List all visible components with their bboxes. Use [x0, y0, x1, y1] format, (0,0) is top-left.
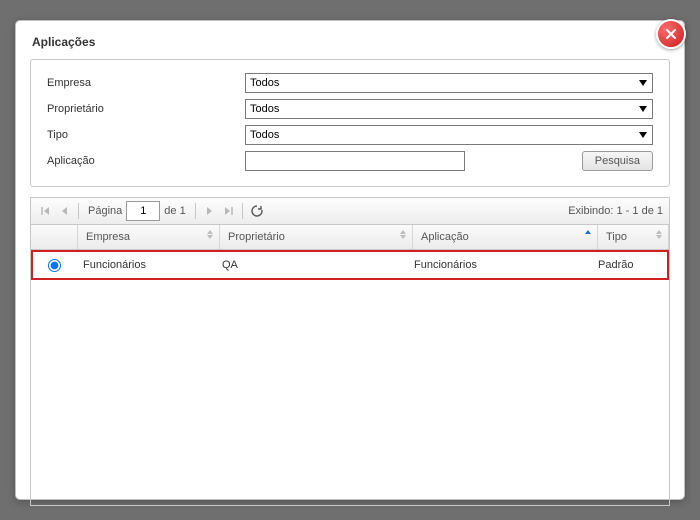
- col-select: [31, 225, 78, 249]
- sort-asc-icon: [585, 230, 591, 234]
- close-icon: [666, 29, 676, 39]
- label-empresa: Empresa: [43, 70, 241, 96]
- grid-header: Empresa Proprietário Aplicação Tipo: [31, 225, 669, 250]
- filters-panel: Empresa Todos Proprietário: [30, 59, 670, 187]
- row-radio[interactable]: [48, 259, 61, 272]
- search-button[interactable]: Pesquisa: [582, 151, 653, 171]
- select-empresa[interactable]: Todos: [245, 73, 653, 93]
- label-aplicacao: Aplicação: [43, 148, 241, 174]
- input-aplicacao[interactable]: [245, 151, 465, 171]
- cell-tipo: Padrão: [590, 252, 667, 278]
- dialog: Aplicações Empresa Todos Proprietário: [15, 20, 685, 500]
- cell-empresa: Funcionários: [75, 252, 214, 278]
- col-tipo[interactable]: Tipo: [598, 225, 669, 249]
- first-page-icon[interactable]: [39, 204, 53, 218]
- col-aplicacao[interactable]: Aplicação: [413, 225, 598, 249]
- separator: [242, 203, 243, 219]
- page-label: Página: [88, 205, 122, 217]
- grid: Empresa Proprietário Aplicação Tipo: [30, 225, 670, 506]
- separator: [78, 203, 79, 219]
- col-proprietario[interactable]: Proprietário: [220, 225, 413, 249]
- label-proprietario: Proprietário: [43, 96, 241, 122]
- separator: [195, 203, 196, 219]
- pager-toolbar: Página de 1 Exibindo: 1 - 1 de 1: [30, 197, 670, 225]
- pager-status: Exibindo: 1 - 1 de 1: [568, 205, 663, 217]
- cell-proprietario: QA: [214, 252, 406, 278]
- col-empresa[interactable]: Empresa: [78, 225, 220, 249]
- select-tipo[interactable]: Todos: [245, 125, 653, 145]
- last-page-icon[interactable]: [221, 204, 235, 218]
- page-input[interactable]: [126, 201, 160, 221]
- close-button[interactable]: [656, 19, 686, 49]
- table-row[interactable]: Funcionários QA Funcionários Padrão: [31, 250, 669, 280]
- dialog-title: Aplicações: [32, 35, 668, 49]
- prev-page-icon[interactable]: [57, 204, 71, 218]
- page-of: de 1: [164, 205, 185, 217]
- refresh-icon[interactable]: [250, 204, 264, 218]
- label-tipo: Tipo: [43, 122, 241, 148]
- cell-aplicacao: Funcionários: [406, 252, 590, 278]
- select-proprietario[interactable]: Todos: [245, 99, 653, 119]
- next-page-icon[interactable]: [203, 204, 217, 218]
